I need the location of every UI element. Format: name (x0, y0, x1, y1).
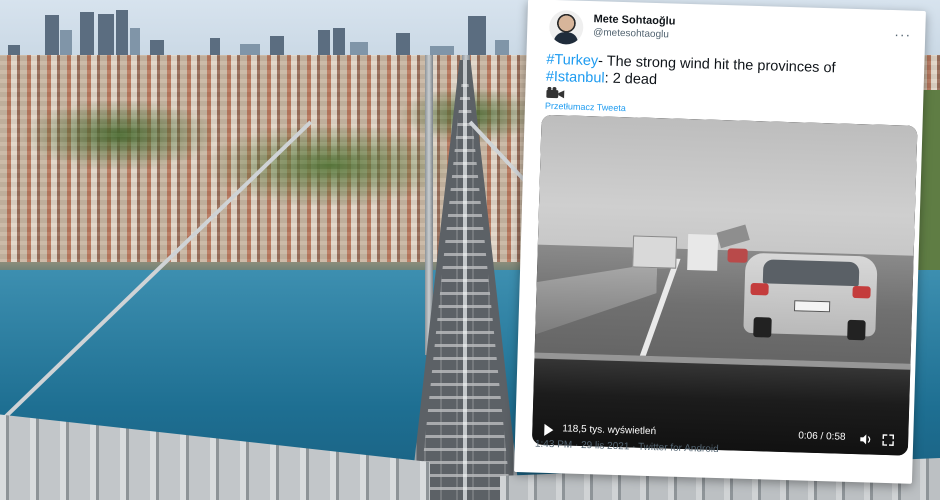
video-time: 0:06 / 0:58 (798, 430, 846, 443)
avatar[interactable] (548, 9, 584, 45)
video-silver-car (743, 252, 878, 341)
tweet-text: #Turkey- The strong wind hit the provinc… (546, 52, 887, 96)
translate-link[interactable]: Przetłumacz Tweeta (545, 101, 626, 113)
video-truck (632, 235, 678, 269)
video-player[interactable]: 118,5 tys. wyświetleń 0:06 / 0:58 (531, 114, 918, 456)
hashtag-turkey[interactable]: #Turkey (546, 52, 598, 70)
more-dots-icon[interactable]: ··· (894, 26, 911, 42)
display-name[interactable]: Mete Sohtaoğlu (593, 13, 675, 27)
tweet-card: Mete Sohtaoğlu @metesohtaoglu ··· #Turke… (514, 0, 926, 484)
view-count: 118,5 tys. wyświetleń (562, 423, 657, 438)
user-handle[interactable]: @metesohtaoglu (593, 27, 669, 40)
fullscreen-icon[interactable] (882, 434, 895, 446)
play-icon[interactable] (544, 423, 554, 437)
video-red-car (727, 248, 748, 263)
hashtag-istanbul[interactable]: #Istanbul (546, 69, 605, 87)
video-camera-icon (546, 86, 565, 99)
tweet-text-part2: : 2 dead (604, 70, 658, 89)
volume-icon[interactable] (860, 433, 872, 445)
video-truck-2 (687, 234, 719, 271)
